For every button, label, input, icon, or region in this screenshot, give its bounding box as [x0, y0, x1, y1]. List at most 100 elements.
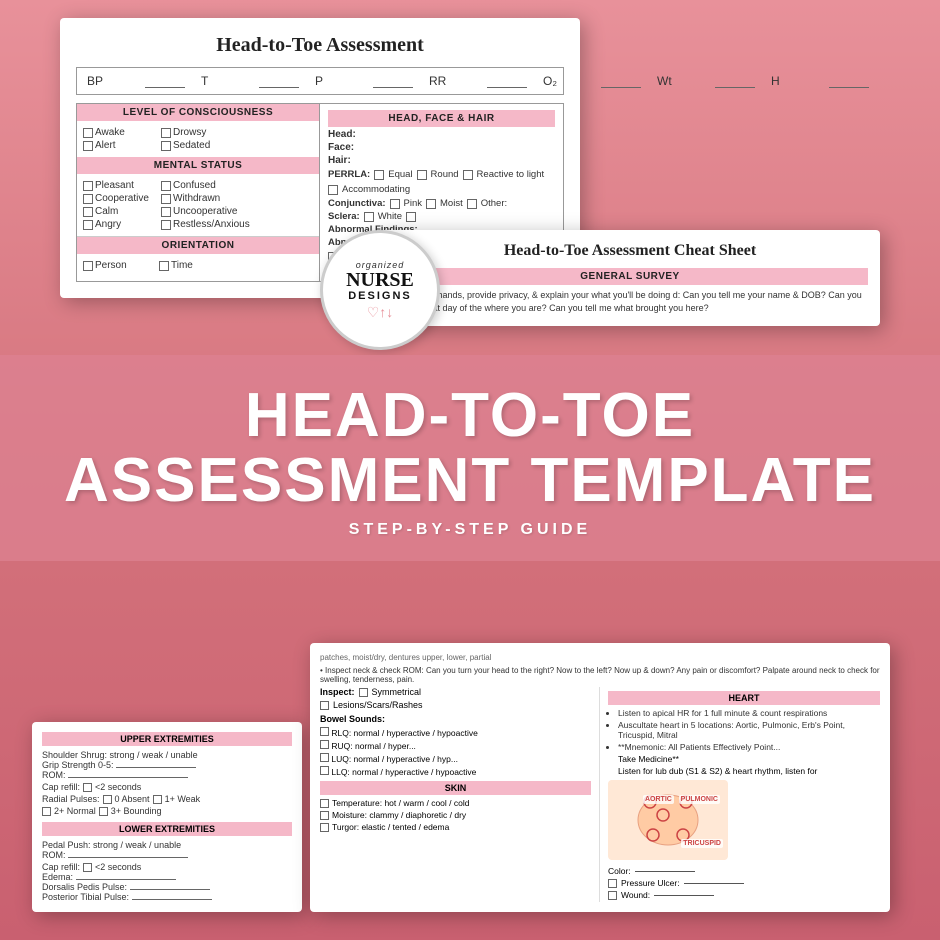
- pressure-ulcer-row: Pressure Ulcer:: [608, 878, 880, 888]
- cb-white[interactable]: [364, 212, 374, 222]
- logo-nurse: NURSE: [346, 270, 414, 290]
- posterior-tibial: Posterior Tibial Pulse:: [42, 892, 292, 902]
- rom-lower: ROM:: [42, 850, 292, 860]
- cb-accommodating[interactable]: [328, 185, 338, 195]
- cb-cap-upper[interactable]: [83, 783, 92, 792]
- radial-pulses: Radial Pulses: 0 Absent 1+ Weak: [42, 794, 292, 804]
- logo-heart-icon: ♡↑↓: [367, 304, 394, 321]
- cb-pink[interactable]: [390, 199, 400, 209]
- cb-angry[interactable]: [83, 220, 93, 230]
- rom-upper: ROM:: [42, 770, 292, 780]
- skin-right: Color: Pressure Ulcer: Wound:: [608, 866, 880, 900]
- left-column: LEVEL OF CONSCIOUSNESS Awake Drowsy Aler…: [77, 104, 320, 281]
- bowel-sounds-label: Bowel Sounds:: [320, 714, 591, 724]
- cb-lesions[interactable]: [320, 701, 329, 710]
- orientation-header: ORIENTATION: [77, 236, 319, 254]
- cb-rlq[interactable]: [320, 727, 329, 736]
- conj-other-label: Other:: [481, 198, 507, 209]
- mental-header: MENTAL STATUS: [77, 157, 319, 174]
- cb-calm[interactable]: [83, 207, 93, 217]
- cb-cap-lower[interactable]: [83, 863, 92, 872]
- cb-wound[interactable]: [608, 891, 617, 900]
- loc-row2: Alert Sedated: [83, 140, 313, 151]
- skin-moisture: Moisture: clammy / diaphoretic / dry: [320, 810, 591, 820]
- shoulder-shrug: Shoulder Shrug: strong / weak / unable: [42, 750, 292, 760]
- main-doc-title: Head-to-Toe Assessment: [76, 34, 564, 57]
- cb-equal[interactable]: [374, 170, 384, 180]
- ms-calm: Calm: [83, 206, 153, 217]
- ms-cooperative: Cooperative: [83, 193, 153, 204]
- cb-sclera-other[interactable]: [406, 212, 416, 222]
- ruq: RUQ: normal / hyper...: [320, 740, 591, 751]
- cheat-title: Head-to-Toe Assessment Cheat Sheet: [392, 242, 868, 260]
- heart-svg: [608, 780, 728, 860]
- upper-ext-content: Shoulder Shrug: strong / weak / unable G…: [42, 750, 292, 816]
- ms-withdrawn: Withdrawn: [161, 193, 231, 204]
- sclera-row: Sclera: White: [328, 211, 555, 222]
- lower-ext-header: LOWER EXTREMITIES: [42, 822, 292, 836]
- heart-bullet1: Listen to apical HR for 1 full minute & …: [618, 708, 880, 718]
- mental-content: Pleasant Confused Cooperative Withdrawn …: [77, 174, 319, 236]
- main-title-line2: ASSESSMENT TEMPLATE: [20, 448, 920, 513]
- cb-round[interactable]: [417, 170, 427, 180]
- cb-symmetrical[interactable]: [359, 688, 368, 697]
- logo-circle: organized NURSE DESIGNS ♡↑↓: [320, 230, 440, 350]
- general-survey-content: rself, wash hands, provide privacy, & ex…: [392, 289, 868, 314]
- cb-pressure[interactable]: [608, 879, 617, 888]
- ms-confused: Confused: [161, 180, 231, 191]
- cb-person[interactable]: [83, 261, 93, 271]
- cb-moist[interactable]: [426, 199, 436, 209]
- overlay-background: HEAD-TO-TOE ASSESSMENT TEMPLATE STEP-BY-…: [0, 355, 940, 561]
- radial-pulses-2: 2+ Normal 3+ Bounding: [42, 806, 292, 816]
- perrla-row: PERRLA: Equal Round Reactive to light Ac…: [328, 169, 555, 195]
- cb-restless[interactable]: [161, 220, 171, 230]
- heart-header: HEART: [608, 691, 880, 705]
- cb-moisture[interactable]: [320, 811, 329, 820]
- orientation-content: Person Time: [77, 254, 319, 277]
- cb-absent[interactable]: [103, 795, 112, 804]
- cb-ruq[interactable]: [320, 740, 329, 749]
- cap-refill-lower: Cap refill: <2 seconds: [42, 862, 292, 872]
- cb-uncooperative[interactable]: [161, 207, 171, 217]
- cb-reactive[interactable]: [463, 170, 473, 180]
- cb-cooperative[interactable]: [83, 194, 93, 204]
- cb-2normal[interactable]: [42, 807, 51, 816]
- cb-llq[interactable]: [320, 766, 329, 775]
- hair-field: Hair:: [328, 155, 555, 166]
- or-time: Time: [159, 260, 229, 271]
- heart-right-section: HEART Listen to apical HR for 1 full min…: [600, 687, 880, 902]
- dorsalis-pedis: Dorsalis Pedis Pulse:: [42, 882, 292, 892]
- cb-3bounding[interactable]: [99, 807, 108, 816]
- cb-withdrawn[interactable]: [161, 194, 171, 204]
- bottom-left-card: UPPER EXTREMITIES Shoulder Shrug: strong…: [32, 722, 302, 912]
- heart-mnemonic: **Mnemonic: All Patients Effectively Poi…: [618, 742, 880, 752]
- overlay-text-section: HEAD-TO-TOE ASSESSMENT TEMPLATE STEP-BY-…: [0, 355, 940, 561]
- cb-luq[interactable]: [320, 753, 329, 762]
- cb-sedated[interactable]: [161, 141, 171, 151]
- conjunctiva-row: Conjunctiva: Pink Moist Other:: [328, 198, 555, 209]
- bottom-right-card: patches, moist/dry, dentures upper, lowe…: [310, 643, 890, 912]
- cb-drowsy[interactable]: [161, 128, 171, 138]
- o2-label: O₂: [543, 74, 583, 88]
- cb-1weak[interactable]: [153, 795, 162, 804]
- cb-temp[interactable]: [320, 799, 329, 808]
- cheat-sheet-card: Head-to-Toe Assessment Cheat Sheet GENER…: [380, 230, 880, 326]
- page-container: Head-to-Toe Assessment BP T P RR O₂ Wt H…: [0, 0, 940, 940]
- t-label: T: [201, 74, 241, 88]
- cb-confused[interactable]: [161, 181, 171, 191]
- cb-alert[interactable]: [83, 141, 93, 151]
- edema: Edema:: [42, 872, 292, 882]
- rr-label: RR: [429, 74, 469, 88]
- general-survey-text: rself, wash hands, provide privacy, & ex…: [392, 289, 868, 314]
- cb-pleasant[interactable]: [83, 181, 93, 191]
- logo-designs: DESIGNS: [348, 290, 412, 302]
- mental-row4: Angry Restless/Anxious: [83, 219, 313, 230]
- wt-label: Wt: [657, 74, 697, 88]
- cb-conj-other[interactable]: [467, 199, 477, 209]
- cb-time[interactable]: [159, 261, 169, 271]
- ms-uncooperative: Uncooperative: [161, 206, 237, 217]
- upper-ext-header: UPPER EXTREMITIES: [42, 732, 292, 746]
- cb-awake[interactable]: [83, 128, 93, 138]
- heart-bullets: Listen to apical HR for 1 full minute & …: [608, 708, 880, 752]
- cb-turgor[interactable]: [320, 823, 329, 832]
